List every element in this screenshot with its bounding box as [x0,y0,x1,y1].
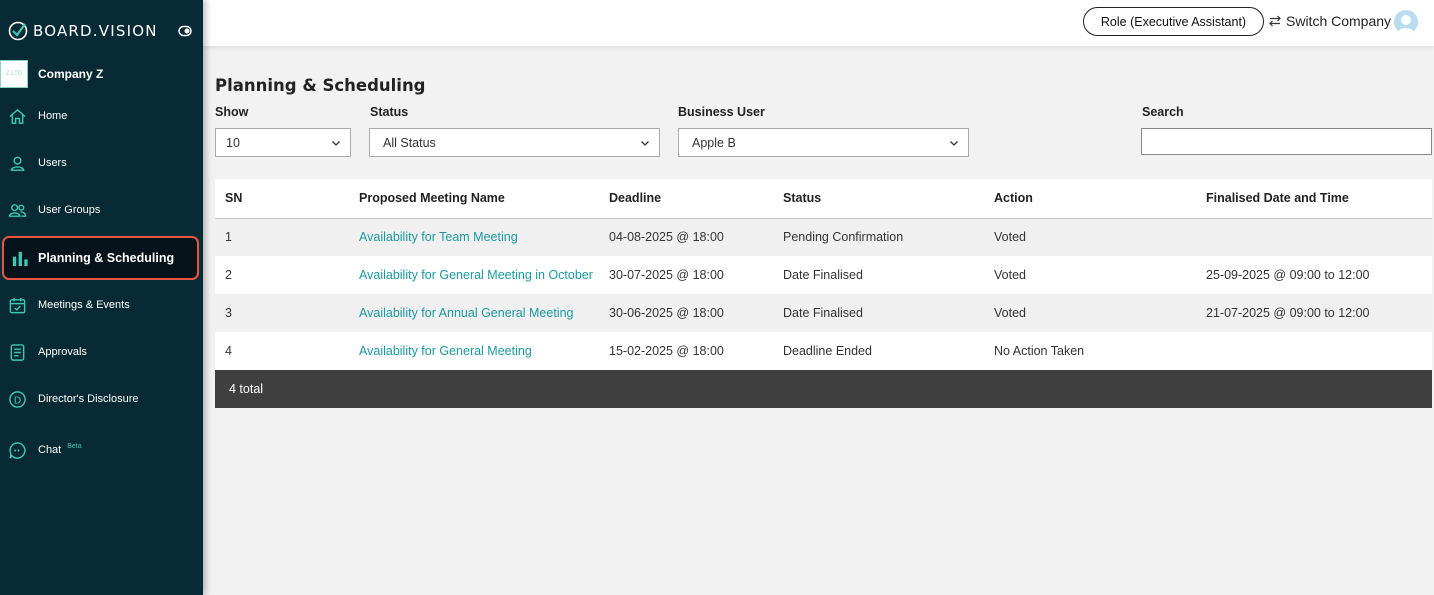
bar-chart-icon [12,251,28,266]
sidebar: BOARD.VISION Z LTD Company Z Home Users … [0,0,203,595]
cell-deadline: 30-07-2025 @ 18:00 [599,256,773,294]
brand[interactable]: BOARD.VISION [8,20,158,42]
total-count: 4 total [229,382,264,396]
business-user-label: Business User [678,105,765,119]
user-group-icon [8,203,27,217]
chevron-down-icon [641,141,649,146]
chevron-down-icon [950,141,958,146]
company-name: Company Z [38,67,104,81]
cell-deadline: 15-02-2025 @ 18:00 [599,332,773,370]
business-user-select[interactable]: Apple B [678,128,969,157]
company-switcher[interactable]: Z LTD Company Z [0,60,103,88]
cell-sn: 1 [215,218,349,256]
switch-company-label: Switch Company [1286,13,1392,29]
meeting-link[interactable]: Availability for Annual General Meeting [359,306,573,320]
cell-sn: 3 [215,294,349,332]
sidebar-item-directors-disclosure[interactable]: D Director's Disclosure [0,381,203,417]
sidebar-item-user-groups[interactable]: User Groups [0,192,203,228]
cell-status: Deadline Ended [773,332,984,370]
table-row: 3 Availability for Annual General Meetin… [215,294,1432,332]
table-row: 2 Availability for General Meeting in Oc… [215,256,1432,294]
sidebar-item-label: Planning & Scheduling [38,251,175,265]
sidebar-item-approvals[interactable]: Approvals [0,334,203,370]
user-avatar-icon [1397,15,1415,34]
chevron-down-icon [332,141,340,146]
logo-icon [8,21,28,41]
status-label: Status [370,105,409,119]
cell-finalised [1196,332,1432,370]
table-footer: 4 total [215,370,1432,408]
cell-status: Date Finalised [773,256,984,294]
sidebar-item-planning-scheduling[interactable]: Planning & Scheduling [2,236,199,280]
show-label: Show [215,105,249,119]
search-input[interactable] [1141,128,1432,155]
column-header-meeting-name[interactable]: Proposed Meeting Name [349,179,599,219]
cell-status: Date Finalised [773,294,984,332]
column-header-finalised[interactable]: Finalised Date and Time [1196,179,1432,219]
cell-deadline: 04-08-2025 @ 18:00 [599,218,773,256]
table-header-row: SN Proposed Meeting Name Deadline Status… [215,179,1432,219]
meeting-link[interactable]: Availability for General Meeting in Octo… [359,268,593,282]
chat-icon [9,441,26,459]
show-select[interactable]: 10 [215,128,351,157]
status-select-value: All Status [383,135,436,150]
meeting-link[interactable]: Availability for General Meeting [359,344,532,358]
column-header-sn[interactable]: SN [215,179,349,219]
sidebar-item-meetings-events[interactable]: Meetings & Events [0,287,203,323]
meeting-link[interactable]: Availability for Team Meeting [359,230,518,244]
svg-text:D: D [14,395,21,406]
sidebar-item-label: Meetings & Events [38,299,130,311]
swap-icon [1269,15,1281,27]
document-icon [10,343,25,361]
column-header-status[interactable]: Status [773,179,984,219]
cell-action: No Action Taken [984,332,1196,370]
avatar[interactable] [1394,10,1418,34]
sidebar-item-label: Chat [38,444,62,456]
status-select[interactable]: All Status [369,128,660,157]
table-row: 1 Availability for Team Meeting 04-08-20… [215,218,1432,256]
cell-finalised: 25-09-2025 @ 09:00 to 12:00 [1196,256,1432,294]
column-header-action[interactable]: Action [984,179,1196,219]
cell-meeting-name: Availability for General Meeting in Octo… [349,256,599,294]
role-button[interactable]: Role (Executive Assistant) [1083,7,1264,36]
sidebar-item-label: Director's Disclosure [38,393,139,405]
cell-action: Voted [984,218,1196,256]
page-title: Planning & Scheduling [215,76,426,95]
cell-finalised: 21-07-2025 @ 09:00 to 12:00 [1196,294,1432,332]
cell-sn: 2 [215,256,349,294]
business-user-select-value: Apple B [692,135,736,150]
sidebar-item-label: User Groups [38,204,101,216]
company-logo: Z LTD [0,60,28,88]
cell-status: Pending Confirmation [773,218,984,256]
user-icon [10,156,25,171]
cell-action: Voted [984,256,1196,294]
calendar-icon [9,297,26,313]
cell-meeting-name: Availability for General Meeting [349,332,599,370]
sidebar-item-label: Approvals [38,346,87,358]
circle-d-icon: D [9,390,26,408]
chat-label-wrap: Chat Beta [38,443,82,456]
table-row: 4 Availability for General Meeting 15-02… [215,332,1432,370]
sidebar-toggle-icon[interactable] [178,25,192,37]
sidebar-item-users[interactable]: Users [0,145,203,181]
meetings-table: SN Proposed Meeting Name Deadline Status… [215,179,1432,370]
show-select-value: 10 [226,135,240,150]
sidebar-item-label: Users [38,157,67,169]
cell-deadline: 30-06-2025 @ 18:00 [599,294,773,332]
cell-sn: 4 [215,332,349,370]
top-bar: Role (Executive Assistant) Switch Compan… [203,0,1434,46]
cell-meeting-name: Availability for Team Meeting [349,218,599,256]
sidebar-item-chat[interactable]: Chat Beta [0,432,203,468]
home-icon [9,108,26,124]
sidebar-item-home[interactable]: Home [0,98,203,134]
sidebar-item-label: Home [38,110,68,122]
switch-company-button[interactable]: Switch Company [1268,13,1391,29]
column-header-deadline[interactable]: Deadline [599,179,773,219]
search-label: Search [1142,105,1184,119]
brand-name: BOARD.VISION [33,22,158,40]
cell-action: Voted [984,294,1196,332]
cell-finalised [1196,218,1432,256]
cell-meeting-name: Availability for Annual General Meeting [349,294,599,332]
beta-badge: Beta [67,443,82,450]
